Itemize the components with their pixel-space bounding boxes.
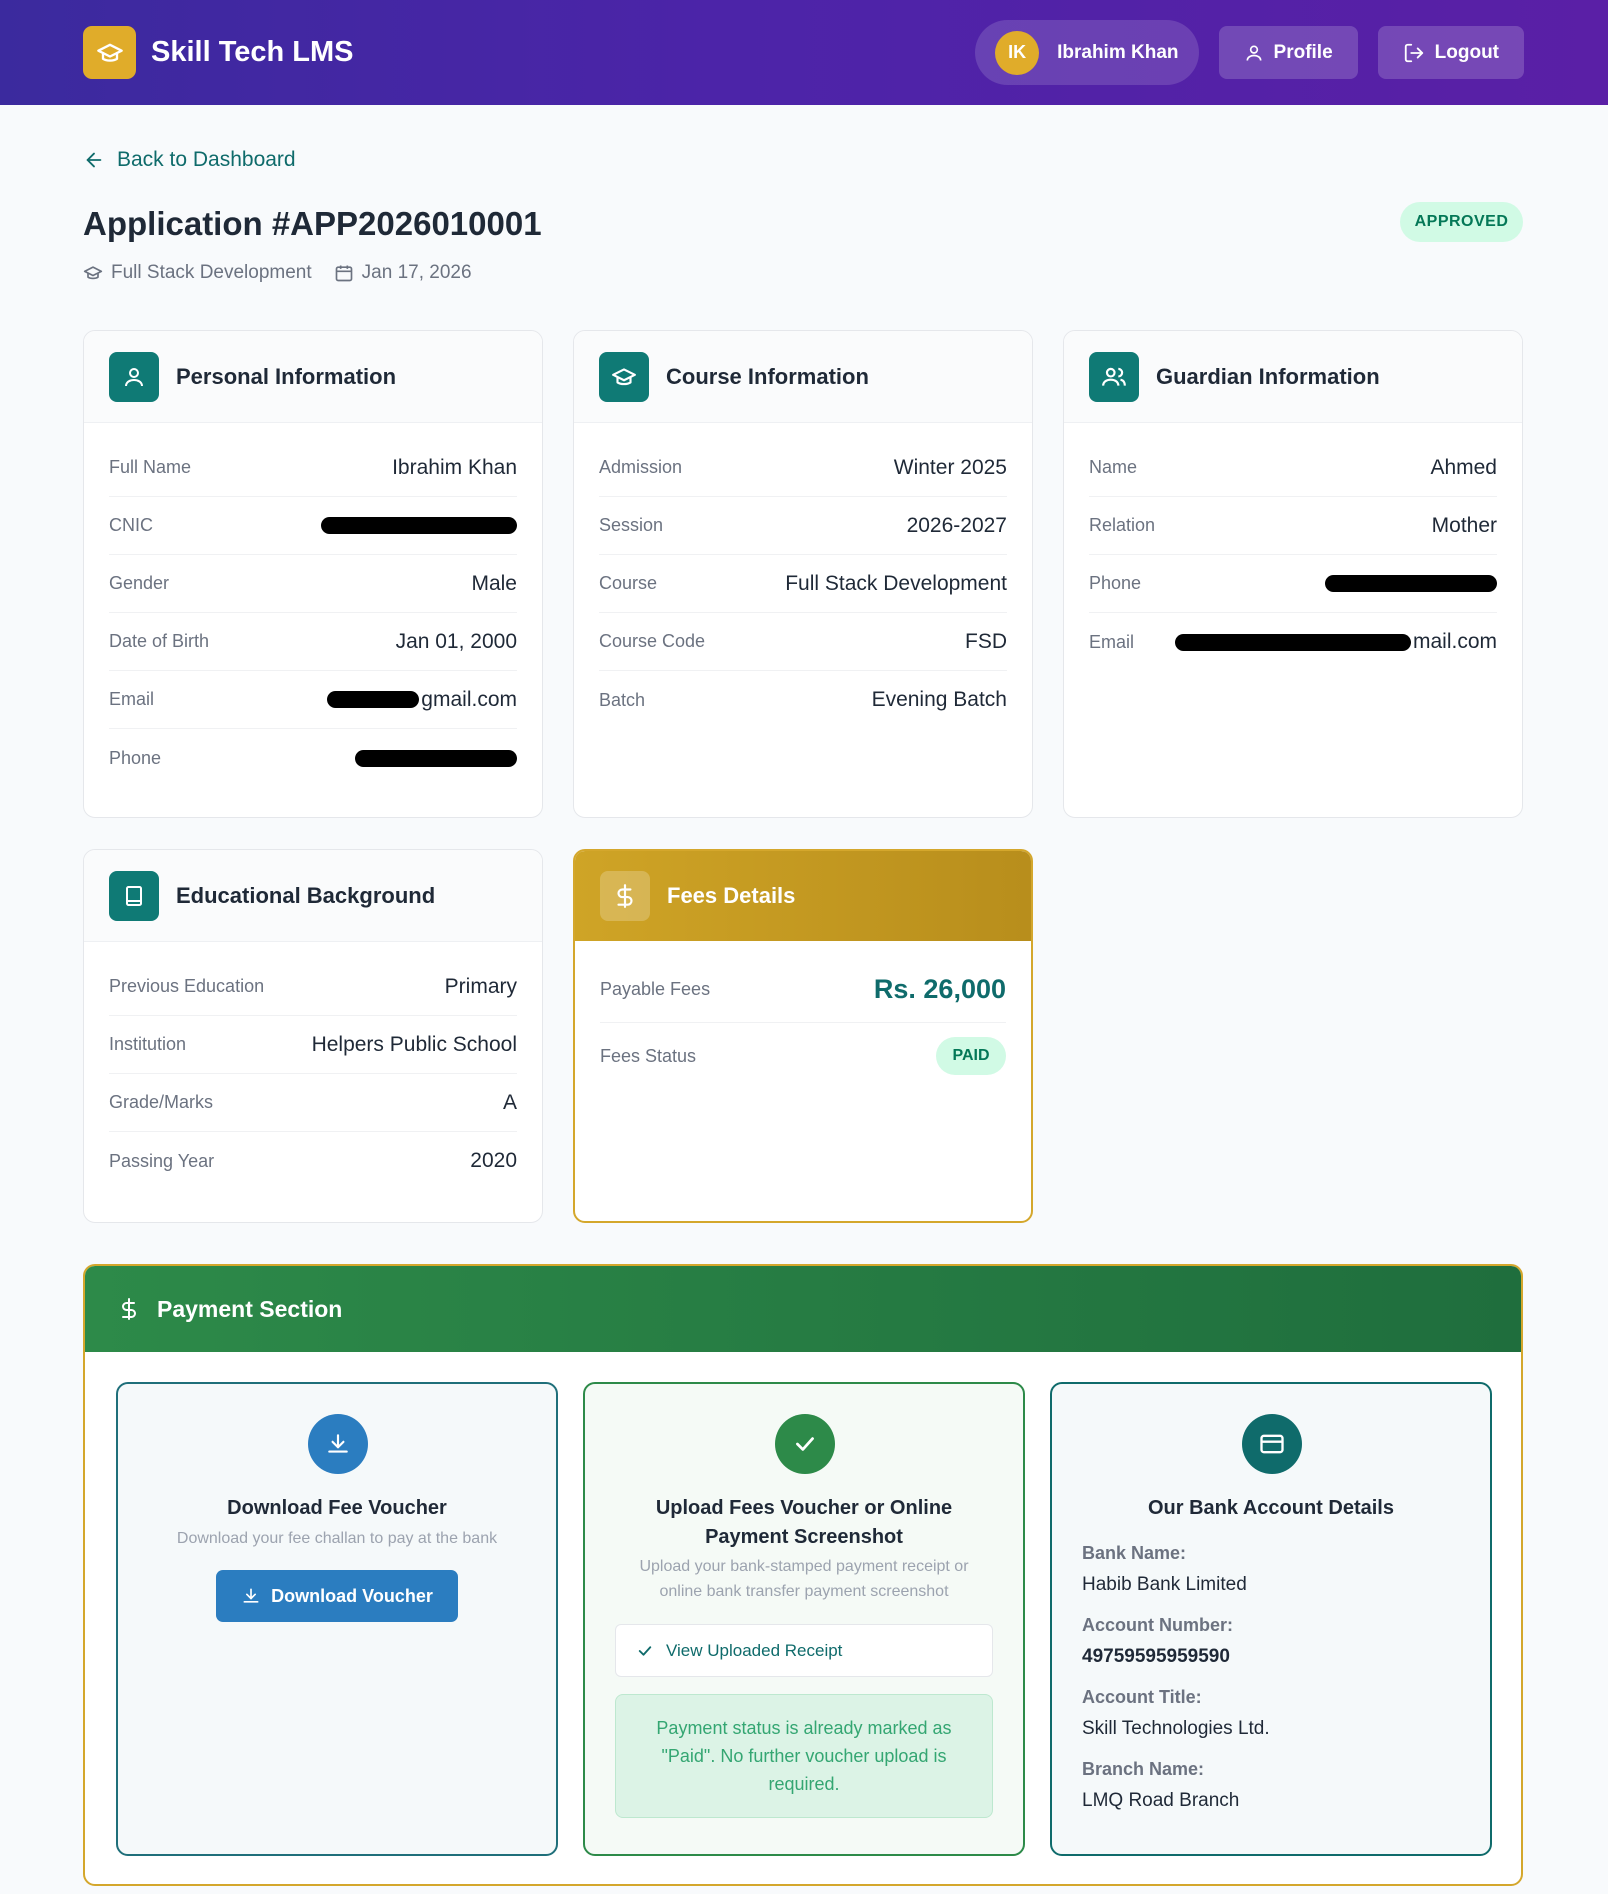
info-row: CNIC: [109, 497, 517, 555]
box-title: Download Fee Voucher: [227, 1497, 447, 1519]
course-information-card: Course Information Admission Winter 2025…: [573, 330, 1033, 818]
info-row: Email gmail.com: [109, 671, 517, 729]
info-row: Institution Helpers Public School: [109, 1016, 517, 1074]
brand-name: Skill Tech LMS: [151, 36, 354, 68]
account-title: Skill Technologies Ltd.: [1082, 1718, 1270, 1739]
info-row: Date of Birth Jan 01, 2000: [109, 613, 517, 671]
redacted-value: [321, 517, 517, 534]
dollar-icon: [600, 871, 650, 921]
application-meta: Full Stack Development Jan 17, 2026: [83, 262, 472, 284]
meta-course: Full Stack Development: [111, 262, 312, 283]
box-subtitle: Upload your bank-stamped payment receipt…: [639, 1558, 969, 1600]
info-row: Fees Status PAID: [600, 1023, 1006, 1089]
logout-icon: [1404, 43, 1423, 62]
logout-label: Logout: [1434, 41, 1499, 63]
box-subtitle: Download your fee challan to pay at the …: [176, 1530, 498, 1547]
info-row: Previous Education Primary: [109, 958, 517, 1016]
card-title: Course Information: [666, 363, 869, 389]
bank-details-box: Our Bank Account Details Bank Name: Habi…: [1050, 1382, 1492, 1856]
redacted-value: [1174, 633, 1411, 651]
download-icon: [243, 1588, 259, 1603]
profile-label: Profile: [1273, 41, 1333, 63]
dollar-icon: [122, 1298, 136, 1320]
download-voucher-button[interactable]: Download Voucher: [216, 1570, 458, 1622]
redacted-value: [327, 691, 420, 709]
user-icon: [1246, 45, 1262, 61]
redacted-value: [1325, 575, 1497, 592]
branch-name: LMQ Road Branch: [1082, 1790, 1240, 1811]
payment-status-note: Payment status is already marked as "Pai…: [615, 1694, 993, 1818]
graduation-cap-icon: [83, 266, 103, 280]
download-voucher-box: Download Fee Voucher Download your fee c…: [116, 1382, 558, 1856]
calendar-icon: [335, 265, 352, 282]
meta-date: Jan 17, 2026: [361, 262, 472, 283]
book-icon: [109, 870, 159, 921]
info-row: Batch Evening Batch: [599, 688, 1007, 711]
info-row: Passing Year 2020: [109, 1149, 517, 1172]
info-row: Phone: [109, 729, 517, 787]
personal-information-card: Personal Information Full Name Ibrahim K…: [83, 330, 543, 818]
status-badge: APPROVED: [1400, 202, 1523, 242]
arrow-left-icon: [86, 152, 102, 168]
back-link-label: Back to Dashboard: [117, 148, 296, 171]
box-title: Our Bank Account Details: [1148, 1497, 1394, 1519]
info-row: Payable Fees Rs. 26,000: [600, 957, 1006, 1023]
back-to-dashboard-link[interactable]: Back to Dashboard: [83, 148, 296, 172]
card-title: Fees Details: [667, 883, 796, 908]
info-row: Relation Mother: [1089, 497, 1497, 555]
user-name: Ibrahim Khan: [1057, 41, 1179, 63]
bank-name: Habib Bank Limited: [1082, 1574, 1247, 1595]
card-title: Guardian Information: [1156, 363, 1380, 389]
profile-button[interactable]: Profile: [1218, 26, 1358, 79]
brand[interactable]: Skill Tech LMS: [83, 26, 354, 79]
educational-background-card: Educational Background Previous Educatio…: [83, 849, 543, 1223]
user-icon: [109, 351, 159, 402]
page-title: Application #APP2026010001: [83, 205, 542, 242]
payment-section-title: Payment Section: [157, 1295, 343, 1322]
info-row: Name Ahmed: [1089, 439, 1497, 497]
card-title: Personal Information: [176, 363, 397, 389]
payment-section: Payment Section Download Fee Voucher Dow…: [83, 1264, 1523, 1886]
payable-fees-amount: Rs. 26,000: [873, 974, 1006, 1004]
avatar: IK: [995, 30, 1040, 75]
box-title: Upload Fees Voucher or Online Payment Sc…: [655, 1497, 953, 1548]
info-row: Phone: [1089, 555, 1497, 613]
top-header: Skill Tech LMS IK Ibrahim Khan Profile L…: [0, 0, 1608, 105]
info-row: Grade/Marks A: [109, 1074, 517, 1132]
credit-card-icon: [1242, 1414, 1302, 1474]
users-icon: [1089, 351, 1139, 402]
guardian-information-card: Guardian Information Name Ahmed Relation…: [1063, 330, 1523, 818]
fees-details-card: Fees Details Payable Fees Rs. 26,000 Fee…: [573, 849, 1033, 1223]
check-icon: [775, 1414, 835, 1474]
bank-details-list: Bank Name: Habib Bank Limited Account Nu…: [1082, 1536, 1470, 1824]
info-row: Gender Male: [109, 555, 517, 613]
info-row: Admission Winter 2025: [599, 439, 1007, 497]
redacted-value: [355, 749, 517, 767]
info-row: Course Code FSD: [599, 613, 1007, 671]
info-row: Session 2026-2027: [599, 497, 1007, 555]
user-pill[interactable]: IK Ibrahim Khan: [975, 20, 1199, 85]
info-row: Email mail.com: [1089, 630, 1497, 653]
account-number: 49759595959590: [1082, 1646, 1230, 1667]
view-uploaded-receipt-link[interactable]: View Uploaded Receipt: [615, 1624, 993, 1677]
check-icon: [638, 1645, 652, 1656]
card-title: Educational Background: [176, 882, 436, 908]
info-row: Course Full Stack Development: [599, 555, 1007, 613]
logout-button[interactable]: Logout: [1377, 26, 1524, 79]
info-row: Full Name Ibrahim Khan: [109, 439, 517, 497]
graduation-cap-icon: [599, 351, 649, 402]
download-icon: [308, 1414, 368, 1474]
upload-receipt-box: Upload Fees Voucher or Online Payment Sc…: [583, 1382, 1025, 1856]
graduation-cap-icon: [83, 26, 136, 79]
fees-status-badge: PAID: [936, 1037, 1006, 1075]
